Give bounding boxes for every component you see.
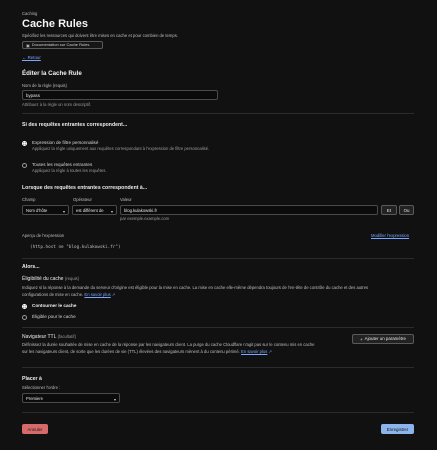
external-link-icon: ↗	[268, 349, 273, 354]
divider	[22, 367, 414, 368]
option-eligible-cache: Éligible pour le cache	[32, 314, 76, 319]
name-input[interactable]: bypass	[22, 90, 218, 100]
then-heading: Alors...	[22, 264, 40, 270]
edit-expression-link[interactable]: Modifier l'expression	[371, 233, 409, 238]
chevron-down-icon: ▾	[62, 209, 65, 214]
doc-link-button[interactable]: ▣ Documentation sur Cache Rules	[22, 41, 103, 49]
order-select-value: Premiere	[26, 396, 43, 401]
preview-label: Aperçu de l'expression	[22, 233, 65, 238]
eligibility-desc-2-text: configurations de mise en cache.	[22, 292, 84, 297]
radio-all-requests[interactable]	[22, 163, 27, 168]
radio-eligible-cache[interactable]	[22, 315, 27, 320]
page-title: Cache Rules	[22, 18, 89, 30]
field-label: Champ	[22, 197, 36, 202]
value-input[interactable]: blog.kulakowski.fr	[120, 205, 378, 215]
eligibility-title: Éligibilité du cache (requis)	[22, 276, 80, 282]
or-button[interactable]: Ou	[399, 205, 414, 215]
option-all-requests-title: Toutes les requêtes entrantes	[32, 162, 93, 167]
operator-select-value: est différent de	[76, 208, 104, 213]
radio-bypass-cache[interactable]	[22, 304, 27, 309]
eligibility-desc-2: configurations de mise en cache. En savo…	[22, 292, 116, 297]
option-all-requests-desc: Appliquez la règle à toutes les requêtes…	[32, 168, 107, 173]
expression-heading: Lorsque des requêtes entrantes correspon…	[22, 185, 148, 191]
divider	[22, 327, 414, 328]
ttl-desc-2: sur les navigateurs client, de sorte que…	[22, 349, 273, 354]
name-hint: Attribuez à la règle un nom descriptif.	[22, 102, 92, 107]
order-select[interactable]: Premiere ▾	[22, 393, 120, 403]
option-bypass-cache: Contourner le cache	[32, 303, 77, 308]
name-input-value: bypass	[26, 93, 40, 98]
name-label: Nom de la règle (requis)	[22, 83, 67, 88]
eligibility-learn-more[interactable]: En savoir plus	[84, 292, 110, 297]
add-setting-label: Ajouter un paramètre	[364, 335, 406, 341]
ttl-title-text: Navigateur TTL	[22, 334, 57, 340]
doc-link-label: Documentation sur Cache Rules	[31, 42, 90, 47]
ttl-optional: (facultatif)	[57, 334, 76, 339]
expression-preview: (http.host ne "blog.kulakowski.fr")	[30, 245, 121, 250]
field-select-value: Nom d'hôte	[26, 208, 48, 213]
ttl-title: Navigateur TTL (facultatif)	[22, 334, 76, 340]
operator-label: Opérateur	[73, 197, 92, 202]
divider	[22, 113, 414, 114]
page-subtitle: Spécifiez les ressources qui doivent êtr…	[22, 33, 178, 38]
divider	[22, 258, 414, 259]
option-custom-filter-desc: Appliquez la règle uniquement aux requêt…	[32, 146, 210, 151]
radio-custom-filter[interactable]	[22, 141, 27, 146]
eligibility-title-text: Éligibilité du cache	[22, 276, 64, 282]
field-select[interactable]: Nom d'hôte ▾	[22, 205, 69, 215]
value-hint: par exemple.example.com	[120, 216, 170, 221]
and-button[interactable]: Et	[381, 205, 397, 215]
form-heading: Éditer la Cache Rule	[22, 70, 82, 77]
value-label: Valeur	[120, 197, 132, 202]
ttl-desc-2-text: sur les navigateurs client, de sorte que…	[22, 349, 240, 354]
save-button[interactable]: Enregistrer	[381, 424, 414, 434]
ttl-learn-more[interactable]: En savoir plus	[241, 349, 267, 354]
add-setting-button[interactable]: + Ajouter un paramètre	[352, 334, 414, 344]
operator-select[interactable]: est différent de ▾	[72, 205, 117, 215]
order-label: Sélectionner l'ordre :	[22, 385, 61, 390]
eligibility-desc-1: Indiquez si la réponse à la demande du s…	[22, 285, 369, 290]
divider	[22, 412, 414, 413]
match-heading: Si des requêtes entrantes correspondent.…	[22, 122, 128, 128]
breadcrumb: Caching	[22, 11, 38, 16]
chevron-down-icon: ▾	[113, 397, 116, 402]
doc-icon: ▣	[26, 42, 30, 48]
eligibility-required: (requis)	[64, 276, 80, 281]
option-custom-filter-title: Expression de filtre personnalisé	[32, 140, 99, 145]
back-link[interactable]: ← Retour	[22, 55, 41, 60]
ttl-desc-1: Définissez la durée souhaitée de mise en…	[22, 342, 315, 347]
place-heading: Placer à	[22, 376, 42, 382]
cancel-button[interactable]: Annuler	[22, 424, 48, 434]
value-input-value: blog.kulakowski.fr	[124, 208, 158, 213]
plus-icon: +	[360, 336, 363, 342]
chevron-down-icon: ▾	[110, 209, 113, 214]
external-link-icon: ↗	[111, 292, 116, 297]
